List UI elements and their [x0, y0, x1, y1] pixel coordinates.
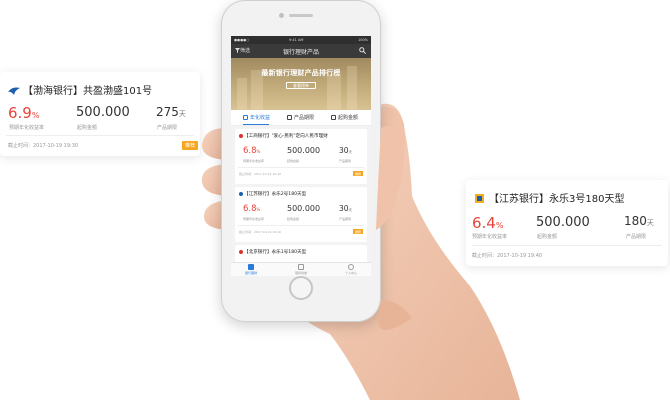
icbc-logo-icon — [239, 133, 243, 138]
list-item-tag: 推荐 — [352, 229, 363, 234]
list-item-days-caption: 产品期限 — [339, 217, 352, 221]
list-item-rate-caption: 预期年化收益率 — [243, 217, 265, 221]
tab-annual-yield[interactable]: 年化收益 — [243, 114, 270, 121]
list-item-amount-caption: 起购金额 — [287, 159, 300, 163]
tabbar-bank-finance[interactable]: 银行理财 — [236, 264, 266, 275]
list-item-title: 【北京银行】永乐1号180天型 — [244, 250, 307, 255]
list-item-amount: 500.000 — [287, 146, 321, 155]
calendar-icon — [287, 115, 292, 120]
list-item-rate-caption: 预期年化收益率 — [243, 159, 265, 163]
list-item-title: 【工商银行】"爱心·民利"定向人民币理财 — [244, 134, 328, 139]
bank-logo-icon — [239, 249, 243, 254]
list-item-amount: 500.000 — [287, 204, 321, 213]
list-item-rate: 6.8% — [243, 146, 261, 156]
status-bar: ●●●●○ 9:41 AM 100% — [231, 36, 371, 44]
active-tab-underline — [243, 124, 269, 125]
home-button[interactable] — [289, 276, 313, 300]
search-icon[interactable] — [359, 47, 366, 54]
tabbar-finance-class[interactable]: 理财讲堂 — [286, 264, 316, 275]
list-item-title: 【江苏银行】永乐2号180天型 — [244, 192, 307, 197]
list-item-tag: 推荐 — [352, 171, 363, 176]
list-item-days: 30天 — [339, 146, 353, 155]
phone-screen: ●●●●○ 9:41 AM 100% 筛选 银行理财产品 最新银行理财产品排行榜… — [231, 36, 371, 276]
status-carrier: ●●●●○ — [234, 38, 250, 42]
list-item-deadline: 截止时间：2017-10-19 19:40 — [239, 172, 282, 176]
list-item-deadline: 截止时间：2017-10-19 19:40 — [239, 230, 282, 234]
status-battery: 100% — [357, 38, 368, 42]
ranking-banner[interactable]: 最新银行理财产品排行榜 查看榜单 — [231, 58, 371, 117]
bottom-tab-bar: 银行理财 理财讲堂 个人中心 — [231, 262, 371, 276]
app-title: 银行理财产品 — [282, 49, 319, 56]
book-icon — [298, 264, 304, 270]
user-icon — [348, 264, 354, 270]
phone-camera — [279, 13, 284, 18]
coin-icon — [331, 115, 336, 120]
tab-term[interactable]: 产品期限 — [287, 114, 314, 121]
status-time: 9:41 AM — [289, 38, 304, 42]
banner-title: 最新银行理财产品排行榜 — [261, 69, 341, 77]
list-item-amount-caption: 起购金额 — [287, 217, 300, 221]
product-list-item[interactable]: 【江苏银行】永乐2号180天型 6.8% 500.000 30天 预期年化收益率… — [235, 187, 367, 242]
bank-icon — [248, 264, 254, 270]
sort-tabs: 年化收益 产品期限 起购金额 — [231, 110, 371, 126]
yield-icon — [243, 115, 248, 120]
jiangsu-bank-logo-icon — [239, 191, 243, 196]
app-header: 筛选 银行理财产品 — [231, 44, 371, 58]
view-ranking-button[interactable]: 查看榜单 — [286, 82, 316, 89]
product-list-item[interactable]: 【工商银行】"爱心·民利"定向人民币理财 6.8% 500.000 30天 预期… — [235, 129, 367, 184]
tab-min-amount[interactable]: 起购金额 — [331, 114, 358, 121]
phone-speaker — [289, 14, 313, 17]
list-item-days-caption: 产品期限 — [339, 159, 352, 163]
phone-device: ●●●●○ 9:41 AM 100% 筛选 银行理财产品 最新银行理财产品排行榜… — [221, 0, 381, 322]
tabbar-profile[interactable]: 个人中心 — [336, 264, 366, 275]
list-item-days: 30天 — [339, 204, 353, 213]
list-item-rate: 6.8% — [243, 204, 261, 214]
